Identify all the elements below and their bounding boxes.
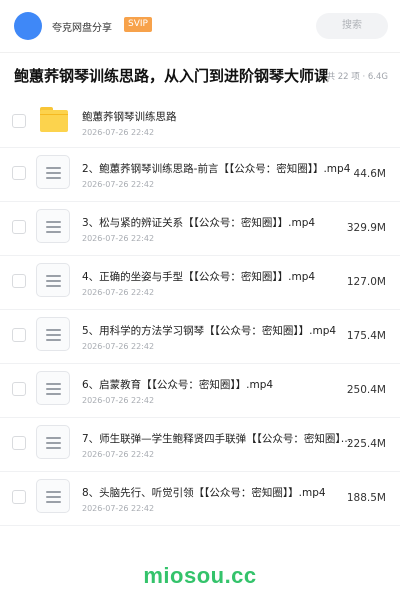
list-item[interactable]: 5、用科学的方法学习钢琴【【公众号：密知圈】】.mp4 2026-07-26 2… — [0, 310, 400, 364]
checkbox[interactable] — [12, 328, 26, 342]
list-item[interactable]: 3、松与紧的辨证关系【【公众号：密知圈】】.mp4 2026-07-26 22:… — [0, 202, 400, 256]
file-name: 8、头脑先行、听觉引领【【公众号：密知圈】】.mp4 — [82, 487, 326, 499]
file-name: 7、师生联弹—学生鲍释贤四手联弹【【公众号：密知圈】】.mp4 — [82, 433, 354, 445]
file-size: 127.0M — [346, 276, 386, 288]
document-icon — [36, 209, 70, 243]
list-item[interactable]: 4、正确的坐姿与手型【【公众号：密知圈】】.mp4 2026-07-26 22:… — [0, 256, 400, 310]
checkbox[interactable] — [12, 382, 26, 396]
owner-name[interactable]: 夸克网盘分享 — [52, 19, 112, 34]
share-meta: 共 22 项 · 6.4G — [326, 70, 388, 82]
svip-badge: SVIP — [124, 17, 152, 32]
list-item[interactable]: 8、头脑先行、听觉引领【【公众号：密知圈】】.mp4 2026-07-26 22… — [0, 472, 400, 526]
file-date: 2026-07-26 22:42 — [82, 234, 155, 243]
file-list: 鲍蕙荞钢琴训练思路 2026-07-26 22:42 2、鲍蕙荞钢琴训练思路-前… — [0, 96, 400, 526]
checkbox[interactable] — [12, 436, 26, 450]
list-item[interactable]: 2、鲍蕙荞钢琴训练思路-前言【【公众号：密知圈】】.mp4 2026-07-26… — [0, 148, 400, 202]
file-name: 3、松与紧的辨证关系【【公众号：密知圈】】.mp4 — [82, 217, 316, 229]
checkbox[interactable] — [12, 274, 26, 288]
search-input[interactable]: 搜索 — [316, 13, 388, 39]
checkbox[interactable] — [12, 114, 26, 128]
checkbox[interactable] — [12, 490, 26, 504]
file-name: 6、启蒙教育【【公众号：密知圈】】.mp4 — [82, 379, 274, 391]
document-icon — [36, 425, 70, 459]
watermark: miosou.cc — [143, 563, 257, 588]
document-icon — [36, 317, 70, 351]
avatar[interactable] — [14, 12, 42, 40]
checkbox[interactable] — [12, 220, 26, 234]
file-size: 188.5M — [346, 492, 386, 504]
header-bar: 夸克网盘分享 SVIP 搜索 — [0, 0, 400, 52]
file-name: 5、用科学的方法学习钢琴【【公众号：密知圈】】.mp4 — [82, 325, 337, 337]
page-title: 鲍蕙荞钢琴训练思路，从入门到进阶钢琴大师课 — [14, 67, 330, 85]
file-date: 2026-07-26 22:42 — [82, 128, 155, 137]
file-size: 225.4M — [346, 438, 386, 450]
file-size: 250.4M — [346, 384, 386, 396]
share-title-row: 鲍蕙荞钢琴训练思路，从入门到进阶钢琴大师课 共 22 项 · 6.4G — [0, 53, 400, 98]
file-date: 2026-07-26 22:42 — [82, 342, 155, 351]
file-date: 2026-07-26 22:42 — [82, 396, 155, 405]
file-name: 2、鲍蕙荞钢琴训练思路-前言【【公众号：密知圈】】.mp4 — [82, 163, 351, 175]
document-icon — [36, 479, 70, 513]
checkbox[interactable] — [12, 166, 26, 180]
list-item[interactable]: 7、师生联弹—学生鲍释贤四手联弹【【公众号：密知圈】】.mp4 2026-07-… — [0, 418, 400, 472]
document-icon — [36, 371, 70, 405]
file-date: 2026-07-26 22:42 — [82, 288, 155, 297]
file-date: 2026-07-26 22:42 — [82, 504, 155, 513]
file-size: 44.6M — [353, 168, 386, 180]
file-size: 175.4M — [346, 330, 386, 342]
folder-icon — [40, 107, 68, 133]
file-size: 329.9M — [346, 222, 386, 234]
file-name: 鲍蕙荞钢琴训练思路 — [82, 111, 177, 123]
list-item[interactable]: 6、启蒙教育【【公众号：密知圈】】.mp4 2026-07-26 22:42 2… — [0, 364, 400, 418]
file-date: 2026-07-26 22:42 — [82, 180, 155, 189]
list-item[interactable]: 鲍蕙荞钢琴训练思路 2026-07-26 22:42 — [0, 96, 400, 148]
document-icon — [36, 263, 70, 297]
file-name: 4、正确的坐姿与手型【【公众号：密知圈】】.mp4 — [82, 271, 316, 283]
document-icon — [36, 155, 70, 189]
file-date: 2026-07-26 22:42 — [82, 450, 155, 459]
